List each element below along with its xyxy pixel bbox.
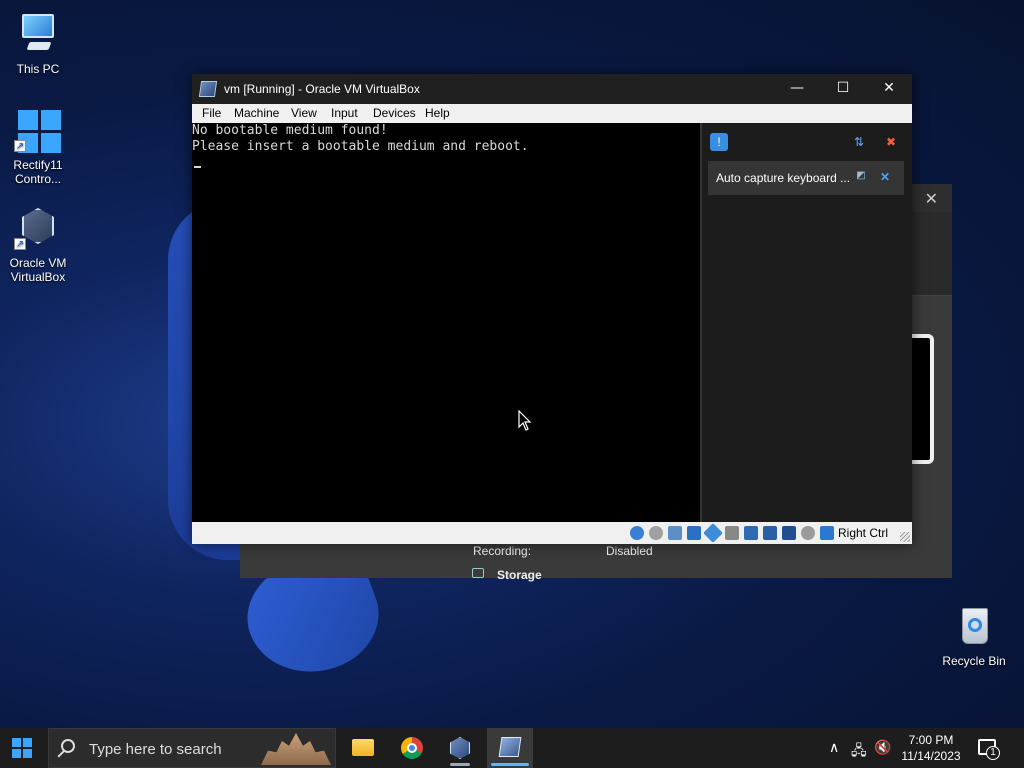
menu-view[interactable]: View [291, 106, 317, 120]
chevron-up-icon[interactable]: ∧ [829, 740, 839, 756]
shortcut-arrow-icon: ↗ [14, 238, 26, 250]
search-highlight-image[interactable] [261, 733, 331, 765]
notification-center-icon[interactable]: ! [710, 133, 728, 151]
storage-heading[interactable]: Storage [497, 568, 542, 582]
window-title: vm [Running] - Oracle VM VirtualBox [224, 82, 420, 96]
notification-count-badge: 1 [986, 746, 1000, 760]
taskbar-chrome[interactable] [389, 728, 435, 768]
vm-display[interactable]: No bootable medium found! Please insert … [192, 123, 700, 522]
optical-drive-icon[interactable] [649, 526, 663, 540]
start-button[interactable] [12, 738, 32, 758]
console-line-1: No bootable medium found! [192, 123, 388, 138]
status-bar: Right Ctrl [192, 522, 912, 544]
shortcut-arrow-icon: ↗ [14, 140, 26, 152]
desktop-icon-recycle-bin[interactable]: Recycle Bin [936, 602, 1012, 668]
usb-icon[interactable] [703, 523, 723, 543]
virtualbox-manager-icon [450, 737, 470, 759]
vt-x-icon[interactable] [782, 526, 796, 540]
shared-folders-icon[interactable] [725, 526, 739, 540]
desktop-icon-label: Oracle VM VirtualBox [9, 256, 67, 284]
recording-label: Recording: [473, 544, 532, 558]
menu-file[interactable]: File [202, 106, 221, 120]
taskbar-virtualbox-vm[interactable] [487, 728, 533, 768]
virtualbox-vm-icon [498, 737, 522, 757]
chrome-icon [401, 737, 423, 759]
taskbar-file-explorer[interactable] [340, 728, 386, 768]
network-icon[interactable] [687, 526, 701, 540]
desktop-icon-rectify11-control[interactable]: ↗ Rectify11 Contro... [0, 106, 76, 186]
maximize-button[interactable]: ☐ [820, 74, 866, 104]
audio-icon[interactable] [668, 526, 682, 540]
console-line-2: Please insert a bootable medium and rebo… [192, 139, 529, 154]
recording-icon[interactable] [763, 526, 777, 540]
running-indicator [450, 763, 470, 766]
volume-muted-icon[interactable]: 🔇 [874, 740, 891, 756]
search-icon [61, 739, 75, 753]
menu-bar: File Machine View Input Devices Help [192, 104, 912, 123]
file-explorer-icon [352, 739, 374, 756]
notification-text: Auto capture keyboard ... [716, 171, 851, 185]
clear-all-icon[interactable]: ✖ [882, 133, 900, 151]
storage-icon [472, 568, 484, 578]
desktop-icon-label: Recycle Bin [942, 654, 1006, 668]
windows-control-panel-icon: ↗ [14, 106, 62, 154]
taskbar-virtualbox-manager[interactable] [437, 728, 483, 768]
notification-center: ! ⇅ ✖ Auto capture keyboard ... ◩ ✕ [700, 123, 912, 522]
network-tray-icon[interactable]: 🖧 [851, 740, 867, 764]
minimize-button[interactable]: — [774, 74, 820, 104]
display-icon[interactable] [744, 526, 758, 540]
clock-time: 7:00 PM [908, 733, 954, 747]
computer-icon [14, 10, 62, 58]
vm-preview [912, 334, 934, 464]
search-placeholder: Type here to search [89, 741, 222, 758]
desktop-icon-this-pc[interactable]: This PC [0, 10, 76, 76]
desktop-icon-label: This PC [16, 62, 60, 76]
desktop-icon-virtualbox[interactable]: ↗ Oracle VM VirtualBox [0, 204, 76, 284]
menu-help[interactable]: Help [425, 106, 450, 120]
active-indicator [491, 763, 529, 766]
vm-titlebar[interactable]: vm [Running] - Oracle VM VirtualBox — ☐ … [192, 74, 912, 104]
virtualbox-vm-icon [198, 81, 218, 97]
notification-center-header: ! ⇅ ✖ [702, 123, 912, 159]
close-icon[interactable]: ✕ [925, 189, 938, 209]
search-box[interactable]: Type here to search [48, 728, 336, 768]
resize-grip[interactable] [900, 532, 910, 542]
keyboard-capture-icon[interactable] [820, 526, 834, 540]
menu-input[interactable]: Input [331, 106, 358, 120]
mouse-integration-icon[interactable] [801, 526, 815, 540]
clock-date: 11/14/2023 [901, 749, 961, 763]
menu-devices[interactable]: Devices [373, 106, 416, 120]
vm-window[interactable]: vm [Running] - Oracle VM VirtualBox — ☐ … [192, 74, 912, 544]
taskbar: Type here to search ∧ 🖧 🔇 7:00 PM 11/14/… [0, 728, 1024, 768]
clock[interactable]: 7:00 PM 11/14/2023 [896, 732, 966, 764]
host-key-label: Right Ctrl [838, 526, 889, 540]
sort-icon[interactable]: ⇅ [850, 133, 868, 151]
recycle-bin-icon [950, 602, 998, 650]
virtualbox-icon: ↗ [14, 204, 62, 252]
text-cursor [194, 166, 201, 168]
recording-value: Disabled [606, 544, 653, 558]
menu-machine[interactable]: Machine [234, 106, 279, 120]
notification-message[interactable]: Auto capture keyboard ... ◩ ✕ [708, 161, 904, 195]
desktop-icon-label: Rectify11 Contro... [13, 158, 63, 186]
hard-disk-icon[interactable] [630, 526, 644, 540]
close-icon[interactable]: ✕ [878, 170, 892, 184]
pin-icon[interactable]: ◩ [854, 170, 868, 184]
close-button[interactable]: ✕ [866, 74, 912, 104]
